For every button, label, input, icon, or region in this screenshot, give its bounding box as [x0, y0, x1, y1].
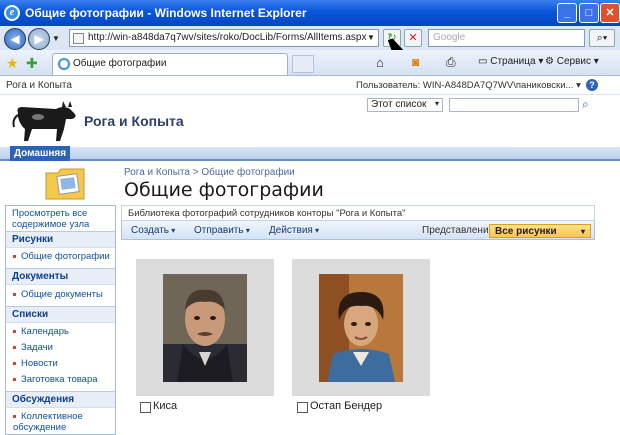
address-url: http://win-a848da7q7wv/sites/roko/DocLib… [88, 32, 367, 43]
home-icon[interactable]: ⌂ [376, 55, 384, 70]
print-icon[interactable]: ⎙ [446, 55, 456, 70]
tab-ie-icon [58, 58, 70, 70]
tools-menu[interactable]: ⚙ Сервис ▾ [545, 56, 599, 67]
user-label: Пользователь: WIN-A848DA7Q7WV\паниковски… [356, 80, 574, 91]
nav-item-team-discussion[interactable]: Коллективное обсуждение [13, 411, 101, 433]
page-menu-label: Страница [490, 56, 536, 67]
user-menu[interactable]: Пользователь: WIN-A848DA7Q7WV\паниковски… [356, 80, 581, 91]
nav-section-documents[interactable]: Документы [6, 268, 115, 285]
select-checkbox[interactable] [297, 402, 308, 413]
page-title: Общие фотографии [124, 179, 324, 201]
minimize-button[interactable]: _ [557, 3, 577, 23]
search-scope-select[interactable]: Этот список ▾ [367, 98, 443, 112]
nav-item-news[interactable]: Новости [13, 358, 58, 369]
address-dropdown-icon[interactable]: ▼ [364, 30, 378, 46]
recent-pages-dropdown-icon[interactable]: ▼ [52, 34, 60, 43]
top-nav-bar [0, 147, 620, 161]
picture-caption[interactable]: Остап Бендер [310, 400, 382, 412]
cow-logo-icon [12, 101, 76, 141]
window-title-bar: e Общие фотографии - Windows Internet Ex… [0, 0, 620, 26]
view-value: Все рисунки [495, 226, 557, 237]
site-link[interactable]: Рога и Копыта [6, 80, 72, 91]
actions-menu[interactable]: Действия [269, 225, 319, 236]
nav-item-goods[interactable]: Заготовка товара [13, 374, 98, 385]
forward-button[interactable]: ▶ [28, 28, 50, 50]
picture-library-icon [45, 168, 85, 200]
maximize-button[interactable]: □ [579, 3, 599, 23]
scope-label: Этот список [371, 99, 427, 110]
portrait-kisa-image[interactable] [163, 274, 247, 382]
search-button[interactable]: ⌕▾ [589, 29, 615, 47]
new-tab-button[interactable] [292, 55, 314, 73]
nav-item-tasks[interactable]: Задачи [13, 342, 53, 353]
stop-icon[interactable]: ✕ [404, 29, 422, 47]
nav-item-shared-documents[interactable]: Общие документы [13, 289, 103, 300]
browser-tab[interactable]: Общие фотографии [52, 53, 288, 75]
browser-tab-label: Общие фотографии [73, 58, 167, 69]
nav-section-discussions[interactable]: Обсуждения [6, 391, 115, 408]
site-title: Рога и Копыта [84, 113, 184, 129]
view-all-content-link[interactable]: Просмотреть все содержимое узла [12, 208, 112, 230]
view-selector[interactable]: Все рисунки ▾ [489, 224, 591, 238]
new-menu[interactable]: Создать [131, 225, 175, 236]
add-favorite-icon[interactable]: ✚ [26, 55, 38, 72]
page-icon [73, 33, 84, 44]
rss-feed-icon[interactable]: ◙ [412, 55, 419, 69]
upload-menu[interactable]: Отправить [194, 225, 250, 236]
breadcrumb[interactable]: Рога и Копыта > Общие фотографии [124, 167, 295, 178]
nav-section-pictures[interactable]: Рисунки [6, 231, 115, 248]
page-menu[interactable]: ▭ Страница ▾ [478, 56, 543, 67]
tools-menu-label: Сервис [556, 56, 591, 67]
close-window-button[interactable]: ✕ [600, 3, 620, 23]
ie-logo-icon: e [4, 5, 20, 21]
favorites-star-icon[interactable]: ★ [6, 55, 19, 72]
window-title: Общие фотографии - Windows Internet Expl… [25, 6, 307, 20]
nav-item-calendar[interactable]: Календарь [13, 326, 69, 337]
view-label: Представление: [422, 225, 497, 236]
site-search-input[interactable] [449, 98, 579, 112]
nav-item-shared-pictures[interactable]: Общие фотографии [13, 251, 110, 262]
select-checkbox[interactable] [140, 402, 151, 413]
quick-launch: Просмотреть все содержимое узла Рисунки … [5, 205, 116, 435]
nav-section-lists[interactable]: Списки [6, 306, 115, 323]
library-description: Библиотека фотографий сотрудников контор… [121, 205, 595, 221]
back-button[interactable]: ◀ [4, 28, 26, 50]
address-input[interactable]: http://win-a848da7q7wv/sites/roko/DocLib… [69, 29, 379, 47]
picture-caption[interactable]: Киса [153, 400, 177, 412]
site-search-icon[interactable]: ⌕ [582, 97, 589, 112]
portrait-ostap-image[interactable] [319, 274, 403, 382]
search-input[interactable]: Google [428, 29, 585, 47]
tab-home[interactable]: Домашняя [10, 146, 70, 161]
help-icon[interactable]: ? [586, 79, 598, 91]
